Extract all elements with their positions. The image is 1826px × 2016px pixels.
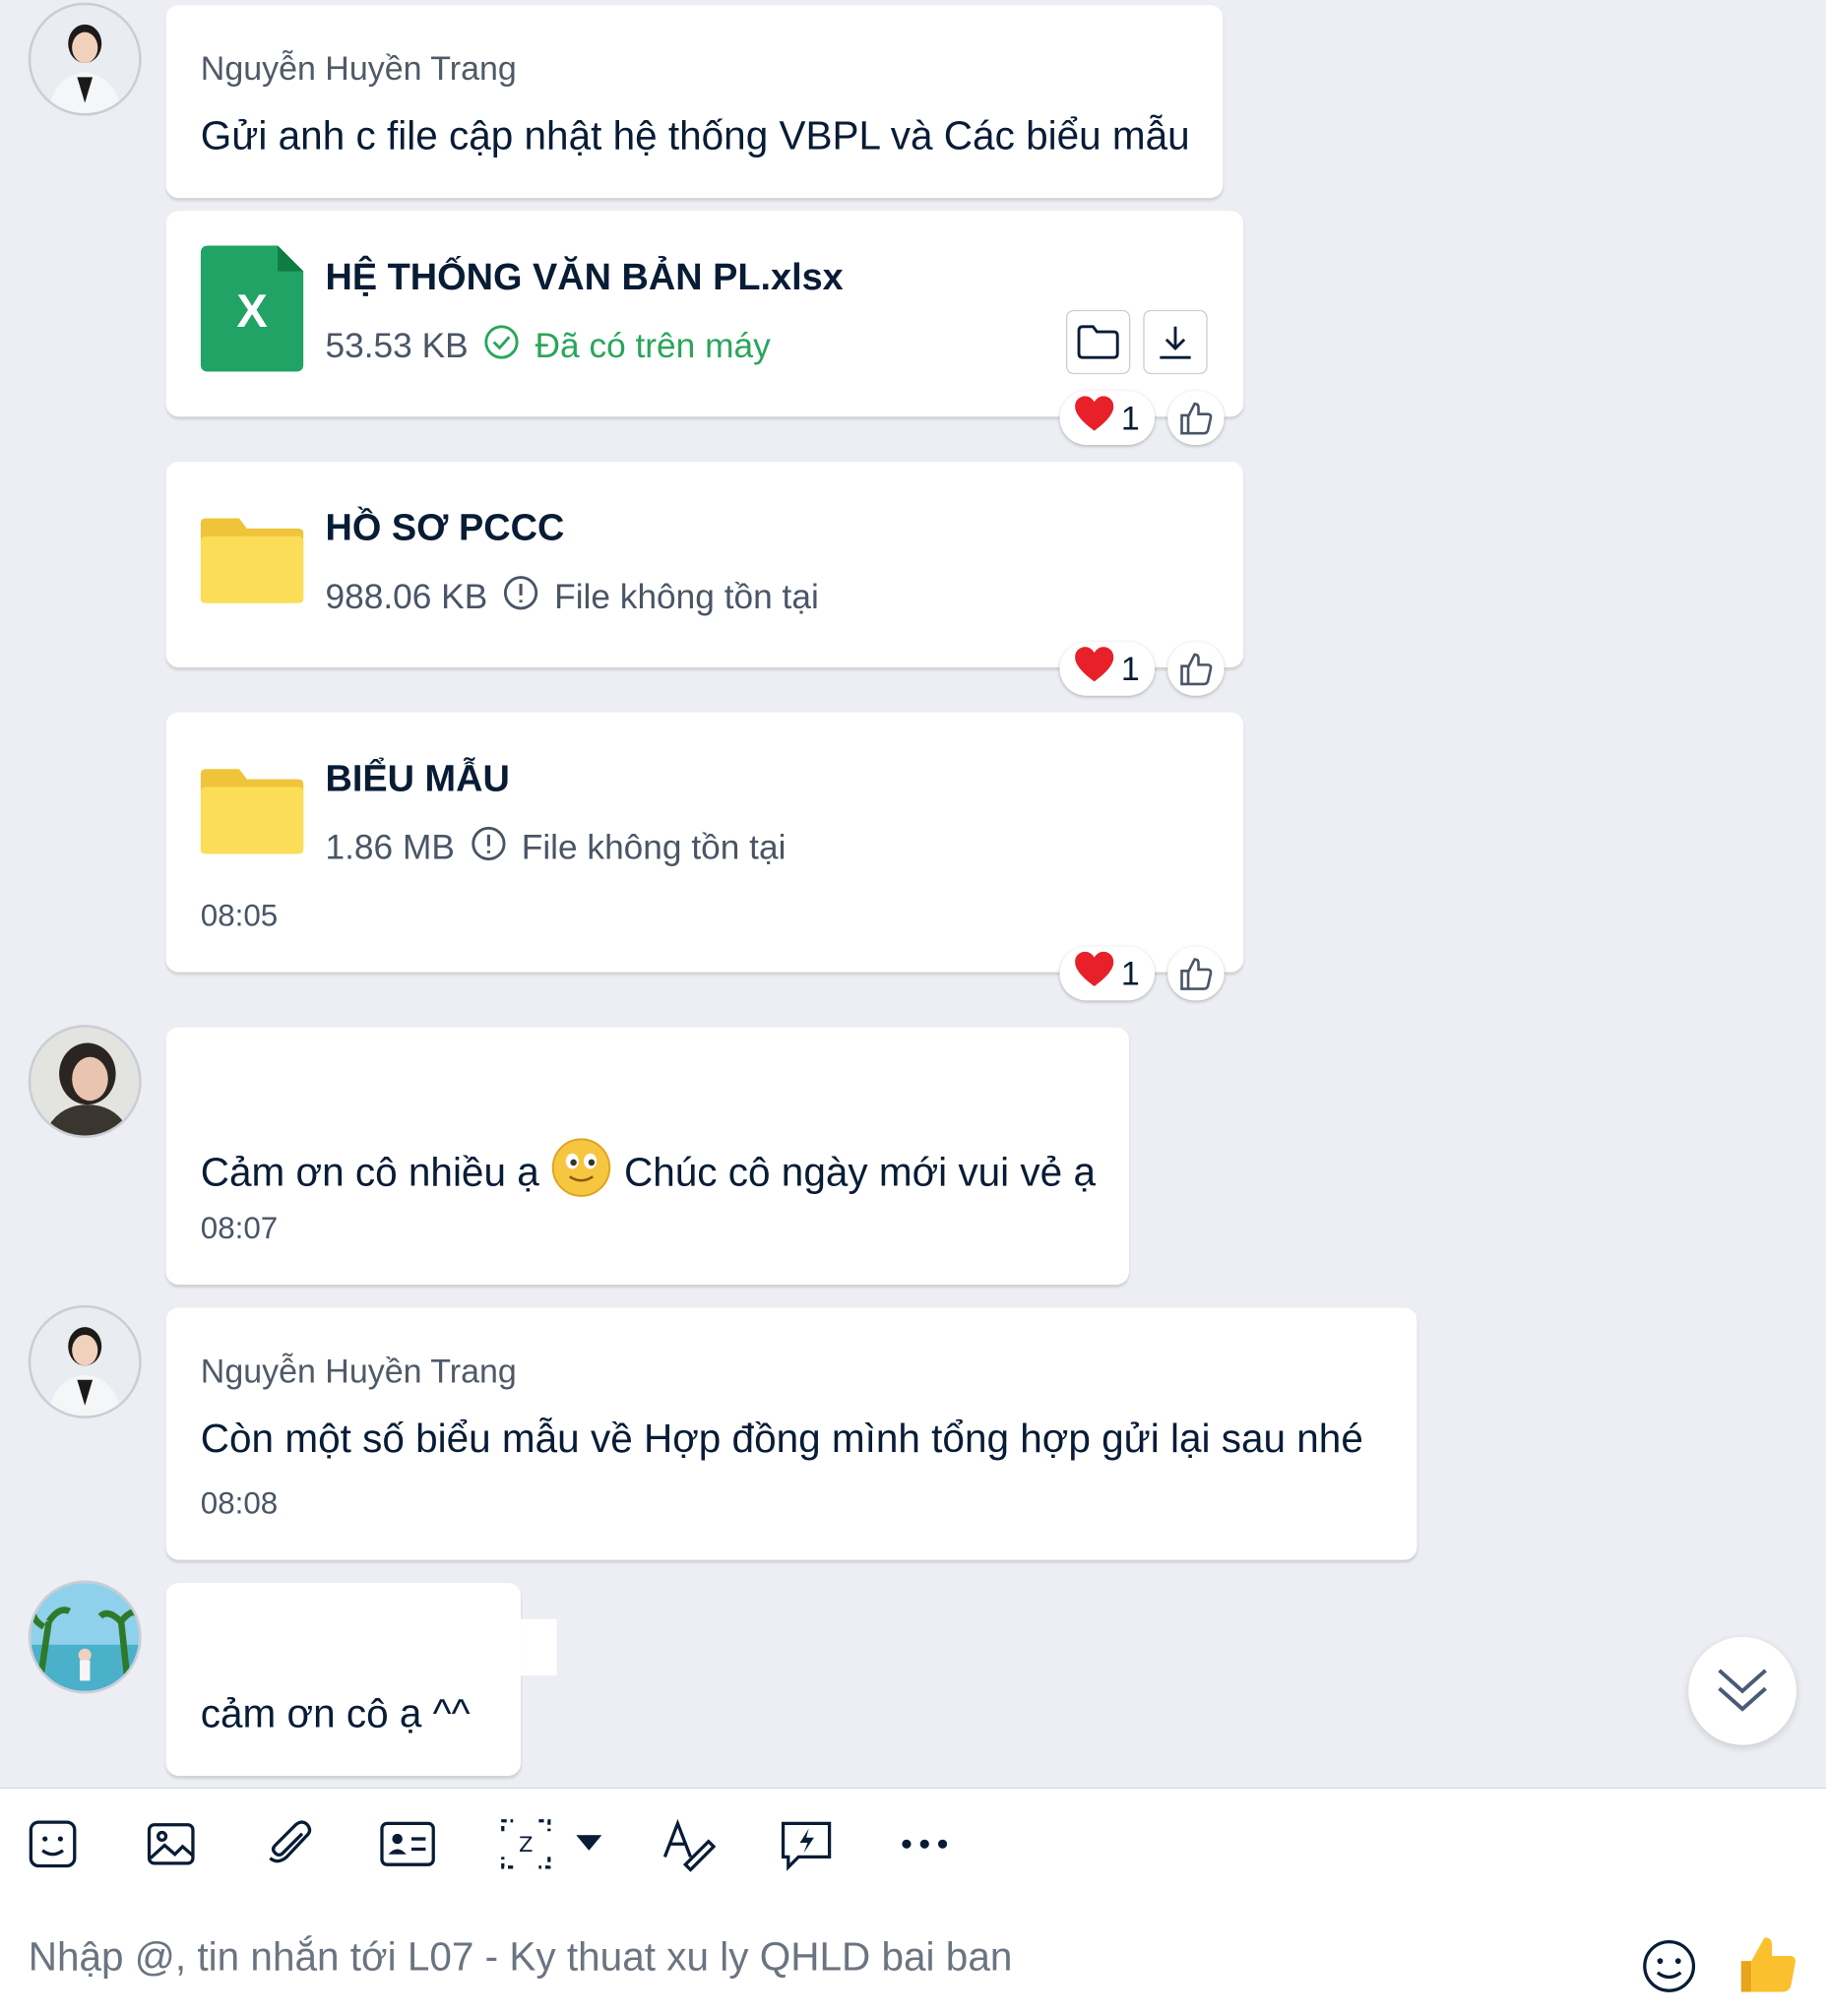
file-name[interactable]: HỒ SƠ PCCC <box>326 508 565 550</box>
message-text-part1: Cảm ơn cô nhiều ạ <box>200 1149 539 1195</box>
image-icon <box>147 1823 195 1865</box>
reaction-count: 1 <box>1120 649 1140 688</box>
check-circle-icon <box>483 324 520 369</box>
message-text: cảm ơn cô ạ ^^ <box>200 1690 471 1736</box>
more-options-button[interactable] <box>895 1814 954 1873</box>
emoji-button[interactable] <box>1641 1938 1697 2001</box>
message-bubble: Nguyễn Huyền Trang Gửi anh c file cập nh… <box>165 5 1224 199</box>
avatar-sender[interactable] <box>31 1307 140 1417</box>
sender-name[interactable]: Nguyễn Huyền Trang <box>201 49 517 89</box>
file-size: 1.86 MB <box>325 828 455 867</box>
heart-icon <box>1074 951 1113 996</box>
attach-file-button[interactable] <box>260 1814 319 1873</box>
double-chevron-down-icon <box>1718 1669 1767 1712</box>
file-status: Đã có trên máy <box>535 326 771 366</box>
excel-letter: X <box>236 284 268 338</box>
folder-icon <box>200 764 304 863</box>
message-time: 08:07 <box>200 1211 279 1246</box>
contact-card-button[interactable] <box>378 1814 437 1873</box>
sticker-button[interactable] <box>24 1814 83 1873</box>
reaction-count-badge[interactable]: 1 <box>1059 641 1156 696</box>
file-message[interactable]: BIỂU MẪU 1.86 MB File không tồn tại 08:0… <box>165 712 1244 973</box>
heart-icon <box>1074 646 1113 691</box>
reaction-count-badge[interactable]: 1 <box>1059 391 1156 445</box>
smiley-emoji-icon <box>552 1138 611 1208</box>
reaction-count-badge[interactable]: 1 <box>1059 946 1156 1001</box>
message-text: Gửi anh c file cập nhật hệ thống VBPL và… <box>200 112 1190 158</box>
thumbs-up-outline-icon <box>1180 958 1213 990</box>
open-folder-button[interactable] <box>1065 309 1131 375</box>
composer-toolbar: Z <box>0 1787 1826 1901</box>
message-time: 08:08 <box>200 1486 279 1522</box>
thumbs-up-outline-icon <box>1180 402 1213 435</box>
folder-outline-icon <box>1077 325 1119 359</box>
message-text-part2: Chúc cô ngày mới vui vẻ ạ <box>623 1149 1096 1195</box>
sticker-icon <box>29 1820 77 1868</box>
scroll-to-bottom-button[interactable] <box>1688 1636 1796 1745</box>
emoji-icon <box>1643 1939 1696 1992</box>
thumbs-up-outline-icon <box>1180 653 1213 686</box>
message-text: Cảm ơn cô nhiều ạ Chúc cô ngày mới vui v… <box>201 1138 1096 1208</box>
file-name[interactable]: HỆ THỐNG VĂN BẢN PL.xlsx <box>326 257 844 299</box>
bubble-tail <box>521 1618 557 1676</box>
download-icon <box>1160 326 1191 359</box>
excel-icon: X <box>200 245 304 372</box>
text-format-button[interactable] <box>659 1814 718 1873</box>
attachment-icon <box>269 1820 312 1863</box>
screenshot-options-dropdown[interactable] <box>563 1814 614 1873</box>
quick-message-icon <box>781 1821 832 1871</box>
message-composer <box>0 1899 1826 2016</box>
more-icon <box>902 1839 948 1849</box>
avatar-photo-icon <box>31 5 140 113</box>
folder-icon <box>200 513 304 612</box>
reaction-count: 1 <box>1120 398 1140 437</box>
reaction-count: 1 <box>1120 953 1140 992</box>
avatar-sender[interactable] <box>31 5 140 113</box>
file-status: File không tồn tại <box>554 577 819 616</box>
file-size: 988.06 KB <box>325 577 488 616</box>
warning-circle-icon <box>471 826 507 871</box>
like-reaction-button[interactable] <box>1167 391 1225 445</box>
text-format-icon <box>662 1818 717 1872</box>
sender-name[interactable]: Nguyễn Huyền Trang <box>201 1352 517 1391</box>
thumbs-up-icon <box>1740 1937 1795 1992</box>
svg-text:Z: Z <box>519 1833 533 1857</box>
avatar-photo-icon <box>31 1583 140 1691</box>
screenshot-icon: Z <box>501 1819 551 1869</box>
file-meta: 988.06 KB File không tồn tại <box>326 575 819 620</box>
file-name[interactable]: BIỂU MẪU <box>326 759 510 801</box>
contact-card-icon <box>380 1821 435 1866</box>
download-button[interactable] <box>1143 309 1208 375</box>
avatar-photo-icon <box>31 1027 140 1136</box>
message-input[interactable] <box>26 1927 1574 1987</box>
file-status: File không tồn tại <box>521 828 787 867</box>
message-bubble: Nguyễn Huyền Trang Còn một số biểu mẫu v… <box>165 1307 1417 1560</box>
file-message[interactable]: HỒ SƠ PCCC 988.06 KB File không tồn tại <box>165 461 1244 667</box>
image-button[interactable] <box>142 1814 201 1873</box>
message-time: 08:05 <box>200 899 279 934</box>
avatar-user[interactable] <box>31 1583 140 1691</box>
warning-circle-icon <box>503 575 539 620</box>
file-meta: 53.53 KB Đã có trên máy <box>326 324 771 369</box>
avatar-user[interactable] <box>31 1027 140 1136</box>
message-text: Còn một số biểu mẫu về Hợp đồng mình tổn… <box>200 1416 1363 1462</box>
screenshot-button[interactable]: Z <box>496 1814 555 1873</box>
file-meta: 1.86 MB File không tồn tại <box>325 826 787 871</box>
like-reaction-button[interactable] <box>1167 641 1225 696</box>
dropdown-caret-icon <box>576 1835 602 1851</box>
message-bubble: Cảm ơn cô nhiều ạ Chúc cô ngày mới vui v… <box>165 1027 1129 1286</box>
heart-icon <box>1074 395 1113 441</box>
like-reaction-button[interactable] <box>1167 946 1225 1001</box>
message-bubble: cảm ơn cô ạ ^^ <box>165 1583 522 1777</box>
quick-message-button[interactable] <box>777 1814 836 1873</box>
quick-like-button[interactable] <box>1736 1935 1798 2001</box>
avatar-photo-icon <box>31 1307 140 1417</box>
file-message[interactable]: X HỆ THỐNG VĂN BẢN PL.xlsx 53.53 KB Đã c… <box>165 211 1244 417</box>
file-size: 53.53 KB <box>325 326 469 366</box>
